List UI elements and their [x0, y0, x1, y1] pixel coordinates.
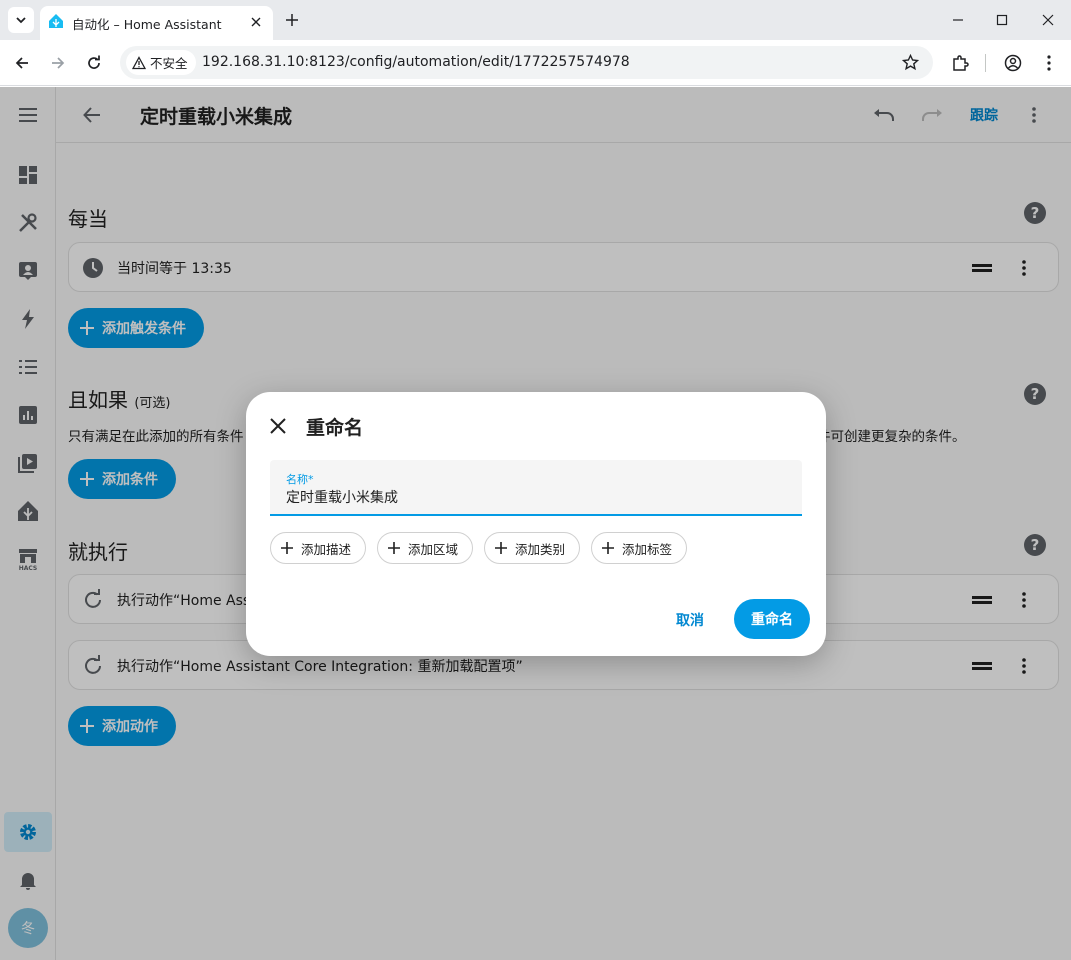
name-field-label: 名称*: [286, 473, 314, 486]
close-tab-icon[interactable]: [247, 13, 265, 31]
chip-label: 添加类别: [515, 541, 566, 557]
tab-title: 自动化 – Home Assistant: [72, 17, 222, 32]
url-text: 192.168.31.10:8123/config/automation/edi…: [202, 54, 630, 70]
plus-icon: [281, 542, 293, 554]
close-icon[interactable]: [266, 414, 290, 438]
home-assistant-favicon-icon: [48, 13, 64, 29]
tab-search-button[interactable]: [8, 7, 34, 33]
browser-tab-bar: 自动化 – Home Assistant: [0, 0, 1071, 40]
maximize-icon[interactable]: [992, 10, 1012, 30]
chip-label: 添加描述: [301, 541, 352, 557]
new-tab-plus-icon[interactable]: [282, 10, 302, 30]
minimize-icon[interactable]: [948, 10, 968, 30]
reload-icon[interactable]: [83, 52, 105, 74]
name-field[interactable]: 名称* 定时重载小米集成: [270, 460, 802, 516]
address-bar[interactable]: 不安全 192.168.31.10:8123/config/automation…: [120, 46, 933, 79]
plus-icon: [495, 542, 507, 554]
add-category-chip[interactable]: 添加类别: [484, 532, 581, 564]
dialog-title: 重命名: [306, 417, 364, 439]
extensions-puzzle-icon[interactable]: [949, 52, 971, 74]
add-description-chip[interactable]: 添加描述: [270, 532, 367, 564]
rename-dialog: 重命名 名称* 定时重载小米集成 添加描述 添加区域 添加类别 添加标签 取消 …: [246, 392, 826, 656]
cancel-button[interactable]: 取消: [662, 602, 718, 638]
browser-tab[interactable]: 自动化 – Home Assistant: [40, 6, 273, 40]
chevron-down-icon: [16, 17, 26, 24]
toolbar-separator: [985, 54, 986, 72]
security-indicator[interactable]: 不安全: [126, 50, 196, 75]
back-arrow-icon[interactable]: [11, 52, 33, 74]
browser-menu-icon[interactable]: [1038, 52, 1060, 74]
close-window-icon[interactable]: [1038, 10, 1058, 30]
chip-label: 添加区域: [408, 541, 459, 557]
chip-label: 添加标签: [622, 541, 673, 557]
warning-triangle-icon: [132, 55, 146, 69]
rename-button[interactable]: 重命名: [734, 599, 810, 639]
add-area-chip[interactable]: 添加区域: [377, 532, 474, 564]
name-field-value[interactable]: 定时重载小米集成: [286, 487, 398, 507]
plus-icon: [388, 542, 400, 554]
security-label: 不安全: [150, 56, 188, 71]
bookmark-star-icon[interactable]: [902, 54, 919, 71]
browser-toolbar: 不安全 192.168.31.10:8123/config/automation…: [0, 40, 1071, 86]
add-label-chip[interactable]: 添加标签: [591, 532, 688, 564]
forward-arrow-icon[interactable]: [47, 52, 69, 74]
profile-icon[interactable]: [1002, 52, 1024, 74]
plus-icon: [602, 542, 614, 554]
